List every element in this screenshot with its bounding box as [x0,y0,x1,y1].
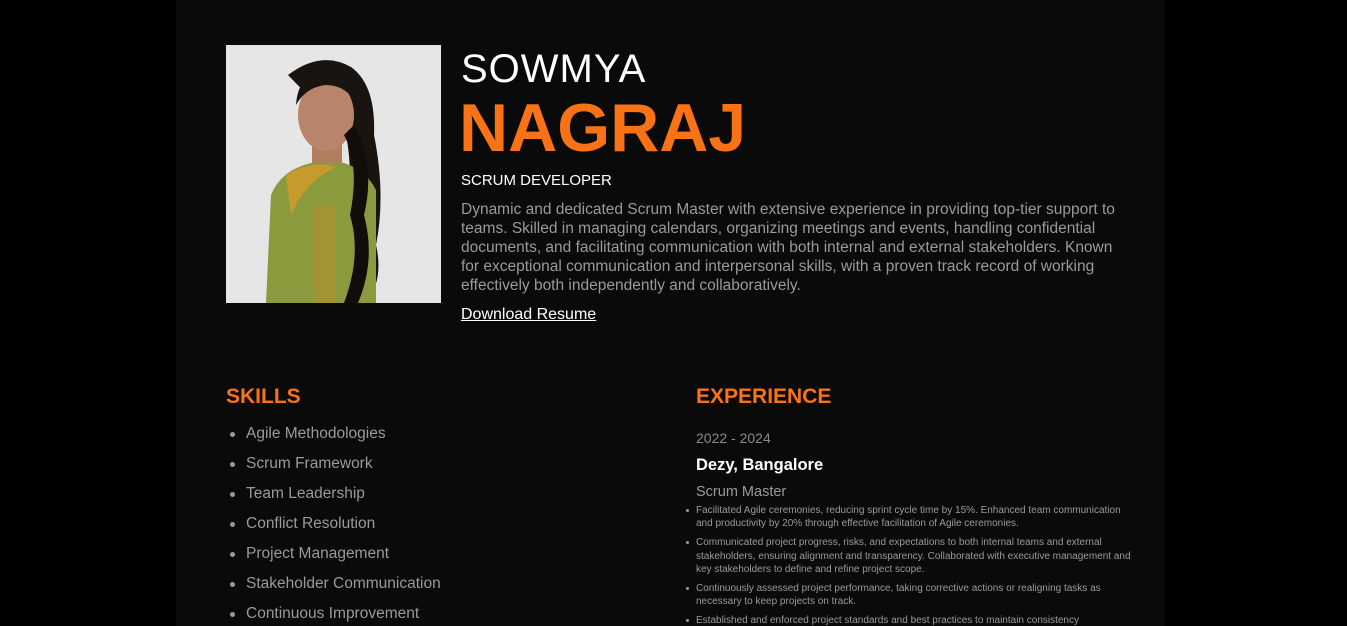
last-name: NAGRAJ [459,90,747,166]
skill-item: Agile Methodologies [226,420,441,450]
download-resume-link[interactable]: Download Resume [461,305,596,325]
skill-item: Project Management [226,540,441,570]
experience-period: 2022 - 2024 [696,430,771,446]
skill-item: Scrum Framework [226,450,441,480]
skill-item: Team Leadership [226,480,441,510]
experience-bullet: Communicated project progress, risks, an… [686,536,1131,576]
skills-list: Agile Methodologies Scrum Framework Team… [226,420,441,626]
resume-page: SOWMYA NAGRAJ SCRUM DEVELOPER Dynamic an… [176,0,1165,626]
experience-bullets: Facilitated Agile ceremonies, reducing s… [686,504,1131,626]
first-name: SOWMYA [461,47,647,91]
skill-item: Conflict Resolution [226,510,441,540]
experience-heading: EXPERIENCE [696,385,832,408]
experience-position: Scrum Master [696,484,787,500]
experience-company: Dezy, Bangalore [696,456,824,474]
skill-item: Stakeholder Communication [226,570,441,600]
skills-heading: SKILLS [226,385,301,408]
experience-bullet: Continuously assessed project performanc… [686,582,1131,608]
experience-bullet: Facilitated Agile ceremonies, reducing s… [686,504,1131,530]
job-title: SCRUM DEVELOPER [461,172,612,189]
skill-item: Continuous Improvement [226,600,441,626]
experience-bullet: Established and enforced project standar… [686,614,1131,626]
bio-paragraph: Dynamic and dedicated Scrum Master with … [461,201,1115,294]
profile-photo [226,45,441,303]
